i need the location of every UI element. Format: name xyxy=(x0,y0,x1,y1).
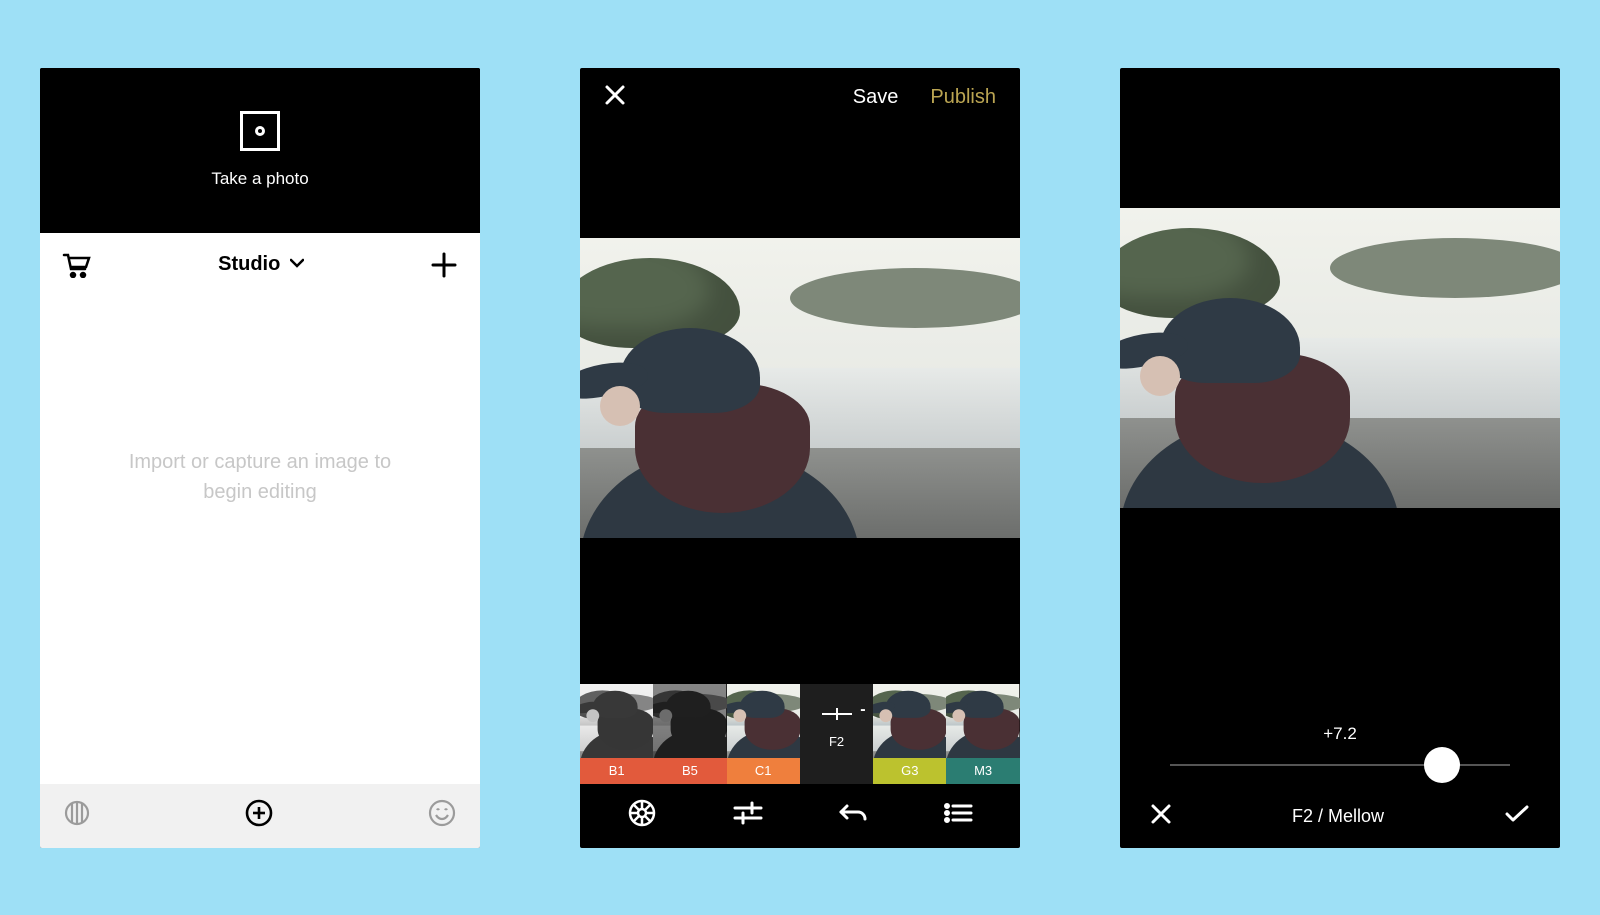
cancel-button[interactable] xyxy=(1150,803,1172,830)
studio-title-dropdown[interactable]: Studio xyxy=(218,253,304,276)
filter-code: B5 xyxy=(653,758,726,784)
adjust-preview[interactable] xyxy=(1120,208,1560,508)
screen-adjust: +7.2 F2 / Mellow xyxy=(1120,68,1560,848)
save-button[interactable]: Save xyxy=(853,86,899,109)
add-circle-icon[interactable] xyxy=(244,798,274,833)
editor-top-bar: Save Publish xyxy=(580,68,1020,128)
filter-C1[interactable]: C1 xyxy=(727,684,800,784)
filter-code: C1 xyxy=(727,758,800,784)
hint-line2: begin editing xyxy=(203,481,316,503)
studio-title-text: Studio xyxy=(218,253,280,275)
filter-F2[interactable]: F2 xyxy=(800,684,873,784)
filter-thumb xyxy=(580,684,653,758)
intensity-icon xyxy=(822,713,852,715)
filter-G3[interactable]: G3 xyxy=(873,684,946,784)
undo-icon[interactable] xyxy=(838,802,868,829)
filter-thumb xyxy=(873,684,946,758)
chevron-down-icon xyxy=(290,256,304,271)
editor-preview[interactable] xyxy=(580,238,1020,538)
filter-thumb xyxy=(727,684,800,758)
filter-code: F2 xyxy=(829,729,844,755)
camera-icon[interactable] xyxy=(240,111,280,151)
take-photo-label: Take a photo xyxy=(211,169,308,189)
filter-B5[interactable]: B5 xyxy=(653,684,726,784)
plus-icon[interactable] xyxy=(430,251,458,279)
studio-empty-state: Import or capture an image to begin edit… xyxy=(40,297,480,784)
presets-icon[interactable] xyxy=(627,798,657,833)
screen-editor: Save Publish B1 xyxy=(580,68,1020,848)
filter-strip: B1 B5 C1 F2 xyxy=(580,684,1020,784)
publish-button[interactable]: Publish xyxy=(930,86,996,109)
sliders-icon[interactable] xyxy=(732,801,764,830)
filter-thumb xyxy=(653,684,726,758)
current-filter-label: F2 / Mellow xyxy=(1292,806,1384,827)
slider-value: +7.2 xyxy=(1170,724,1510,744)
close-icon[interactable] xyxy=(604,84,626,111)
adjust-bottom-bar: F2 / Mellow xyxy=(1120,786,1560,848)
screen-studio: Take a photo Studio Import or captur xyxy=(40,68,480,848)
slider-area: +7.2 xyxy=(1120,724,1560,786)
editor-bottom-bar xyxy=(580,784,1020,848)
cart-icon[interactable] xyxy=(62,252,92,278)
smiley-icon[interactable] xyxy=(428,799,456,832)
filter-code: G3 xyxy=(873,758,946,784)
confirm-button[interactable] xyxy=(1504,804,1530,829)
list-icon[interactable] xyxy=(943,802,973,829)
filter-B1[interactable]: B1 xyxy=(580,684,653,784)
intensity-slider[interactable] xyxy=(1170,764,1510,766)
filter-code: M3 xyxy=(946,758,1019,784)
capture-header: Take a photo xyxy=(40,68,480,233)
hint-line1: Import or capture an image to xyxy=(129,451,391,473)
filter-code: B1 xyxy=(580,758,653,784)
nav-bar xyxy=(40,784,480,848)
filter-thumb xyxy=(946,684,1019,758)
coin-stack-icon[interactable] xyxy=(64,800,90,831)
studio-bar: Studio xyxy=(40,233,480,297)
filter-M3[interactable]: M3 xyxy=(946,684,1019,784)
slider-thumb[interactable] xyxy=(1424,747,1460,783)
